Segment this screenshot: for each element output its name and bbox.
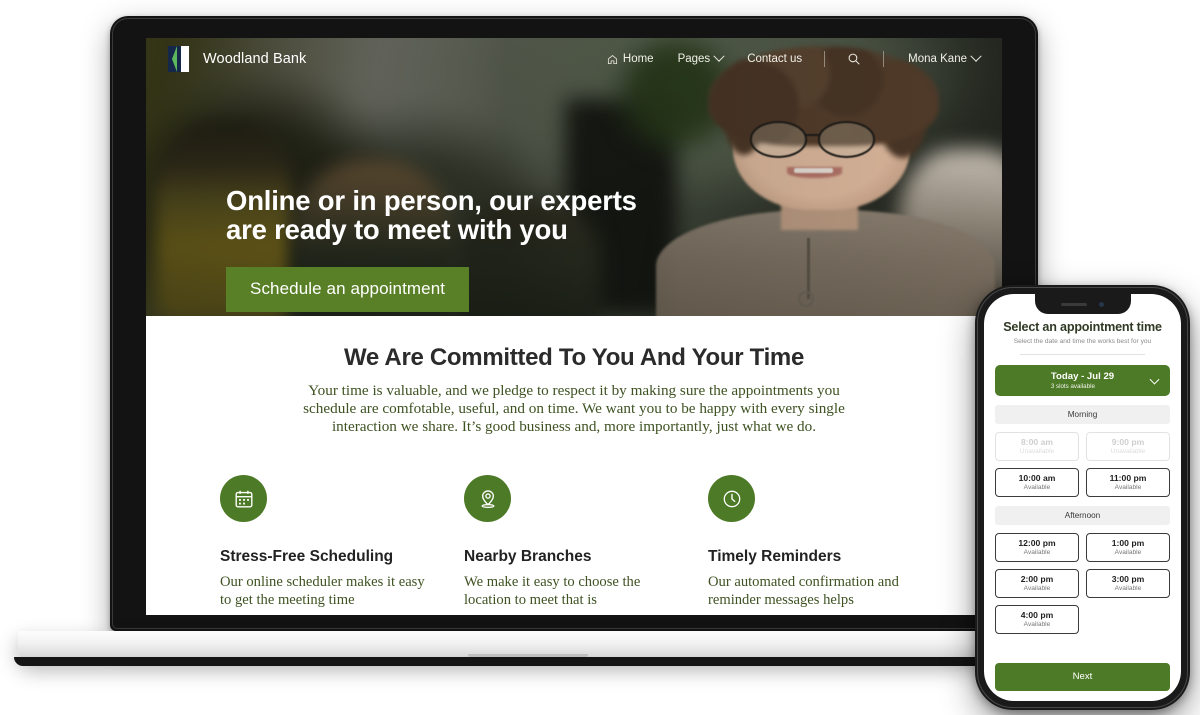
- feature-cards: Stress-Free Scheduling Our online schedu…: [192, 475, 956, 609]
- feature-icon-circle: [464, 475, 511, 523]
- hero-content: Online or in person, our experts are rea…: [226, 186, 637, 312]
- time-slot[interactable]: 3:00 pm Available: [1086, 569, 1170, 598]
- feature-card-title: Timely Reminders: [708, 548, 842, 566]
- nav-item-contact-us-label: Contact us: [747, 53, 803, 65]
- time-slot-status: Available: [1114, 549, 1142, 556]
- next-button[interactable]: Next: [995, 663, 1170, 691]
- nav-item-pages[interactable]: Pages: [677, 50, 725, 65]
- site-header-nav: Woodland Bank Home Pages Contact us Mona…: [146, 38, 1002, 80]
- laptop-lid: Woodland Bank Home Pages Contact us Mona…: [110, 16, 1038, 631]
- brand-name: Woodland Bank: [203, 51, 307, 67]
- time-slot[interactable]: 4:00 pm Available: [995, 605, 1079, 634]
- day-selector-sublabel: 3 slots available: [1050, 383, 1095, 390]
- time-slot[interactable]: 2:00 pm Available: [995, 569, 1079, 598]
- time-slot-status: Available: [1023, 549, 1051, 556]
- day-selector-label: Today - Jul 29: [1050, 371, 1115, 382]
- time-slot-status: Unavailable: [1019, 448, 1055, 455]
- chevron-down-icon: [1149, 374, 1160, 385]
- time-slot[interactable]: 12:00 pm Available: [995, 533, 1079, 562]
- time-slot-time: 2:00 pm: [1020, 574, 1054, 584]
- feature-card-stress-free-scheduling: Stress-Free Scheduling Our online schedu…: [220, 475, 440, 609]
- committed-section: We Are Committed To You And Your Time Yo…: [146, 316, 1002, 610]
- time-slot-status: Available: [1023, 484, 1051, 491]
- hero-heading: Online or in person, our experts are rea…: [226, 186, 637, 245]
- time-slot: 8:00 am Unavailable: [995, 432, 1079, 461]
- time-slot-time: 3:00 pm: [1111, 574, 1145, 584]
- chevron-down-icon: [970, 50, 982, 62]
- time-slot-time: 4:00 pm: [1020, 610, 1054, 620]
- home-icon: [607, 54, 617, 64]
- hero-heading-line-2: are ready to meet with you: [226, 214, 568, 246]
- slot-group-afternoon: 12:00 pm Available 1:00 pm Available 2:0…: [995, 533, 1170, 634]
- appointment-footer: Next: [984, 655, 1181, 701]
- time-slot-status: Unavailable: [1110, 448, 1146, 455]
- laptop-bottom-edge: [14, 657, 1042, 666]
- nav-divider-left: [824, 51, 826, 67]
- search-button[interactable]: [847, 52, 861, 66]
- laptop-mockup: Woodland Bank Home Pages Contact us Mona…: [0, 0, 1060, 666]
- nav-item-contact-us[interactable]: Contact us: [747, 53, 802, 65]
- time-slot-time: 8:00 am: [1020, 437, 1053, 447]
- appointment-subtitle: Select the date and time the works best …: [1013, 338, 1152, 345]
- time-slot-time: 10:00 am: [1018, 473, 1056, 483]
- slot-group-morning: 8:00 am Unavailable 9:00 pm Unavailable …: [995, 432, 1170, 497]
- clock-icon: [723, 490, 740, 508]
- feature-icon-circle: [220, 475, 267, 523]
- time-slot: 9:00 pm Unavailable: [1086, 432, 1170, 461]
- time-slot[interactable]: 11:00 pm Available: [1086, 468, 1170, 497]
- nav-item-user-menu[interactable]: Mona Kane: [908, 50, 982, 65]
- phone-mockup: Select an appointment time Select the da…: [975, 285, 1190, 710]
- section-body: Your time is valuable, and we pledge to …: [303, 382, 845, 435]
- phone-notch: [1034, 294, 1131, 314]
- feature-card-title: Nearby Branches: [464, 548, 592, 566]
- hero-section: Woodland Bank Home Pages Contact us Mona…: [146, 38, 1002, 316]
- feature-card-title: Stress-Free Scheduling: [220, 548, 394, 566]
- day-selector[interactable]: Today - Jul 29 3 slots available: [995, 365, 1170, 396]
- brand-logo-link[interactable]: Woodland Bank: [168, 46, 306, 72]
- map-pin-icon: [481, 490, 494, 508]
- calendar-icon: [235, 490, 252, 508]
- time-slot-time: 1:00 pm: [1111, 538, 1145, 548]
- nav-divider-right: [883, 51, 885, 67]
- feature-card-text: Our automated confirmation and reminder …: [708, 574, 899, 608]
- time-slot[interactable]: 10:00 am Available: [995, 468, 1079, 497]
- speaker-icon: [1061, 302, 1087, 306]
- feature-card-text: Our online scheduler makes it easy to ge…: [220, 574, 425, 608]
- search-icon: [848, 53, 860, 65]
- time-slot-status: Available: [1023, 621, 1051, 628]
- woodland-bank-logo: [168, 46, 189, 72]
- appointment-title: Select an appointment time: [1003, 320, 1162, 334]
- section-title: We Are Committed To You And Your Time: [343, 344, 805, 371]
- time-slot-status: Available: [1023, 585, 1051, 592]
- time-slot-time: 11:00 pm: [1109, 473, 1147, 483]
- phone-screen: Select an appointment time Select the da…: [984, 294, 1181, 701]
- feature-card-nearby-branches: Nearby Branches We make it easy to choos…: [464, 475, 684, 609]
- nav-item-home[interactable]: Home: [607, 53, 654, 65]
- time-slot-status: Available: [1114, 484, 1142, 491]
- time-slot[interactable]: 1:00 pm Available: [1086, 533, 1170, 562]
- schedule-appointment-button[interactable]: Schedule an appointment: [226, 266, 470, 312]
- slot-group-header-afternoon: Afternoon: [995, 506, 1170, 525]
- chevron-down-icon: [713, 50, 725, 62]
- laptop-screen: Woodland Bank Home Pages Contact us Mona…: [146, 38, 1002, 615]
- feature-card-text: We make it easy to choose the location t…: [464, 574, 641, 608]
- hero-heading-line-1: Online or in person, our experts: [226, 185, 637, 216]
- feature-icon-circle: [708, 475, 755, 523]
- nav-item-pages-label: Pages: [677, 53, 711, 65]
- feature-card-timely-reminders: Timely Reminders Our automated confirmat…: [708, 475, 928, 609]
- time-slot-time: 12:00 pm: [1018, 538, 1056, 548]
- nav-item-home-label: Home: [622, 53, 654, 65]
- appointment-body: Today - Jul 29 3 slots available Morning…: [984, 355, 1181, 655]
- camera-icon: [1099, 301, 1104, 307]
- slot-group-header-morning: Morning: [995, 405, 1170, 424]
- time-slot-status: Available: [1114, 585, 1142, 592]
- user-name-label: Mona Kane: [908, 53, 967, 65]
- nav-links: Home Pages Contact us Mona Kane: [583, 50, 982, 67]
- time-slot-time: 9:00 pm: [1111, 437, 1145, 447]
